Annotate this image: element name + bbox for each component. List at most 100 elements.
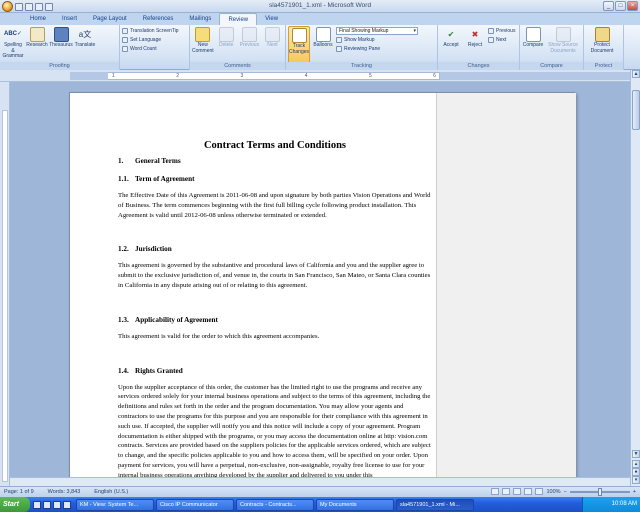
document-body[interactable]: Contract Terms and Conditions 1. General … [118,140,432,481]
group-compare: Compare Show Source Documents Compare [520,25,584,70]
scroll-up-button[interactable]: ▲ [632,70,640,78]
previous-comment-icon [241,27,257,42]
tab-references[interactable]: References [135,13,182,25]
translate-icon: a文 [78,29,92,39]
section-heading: 1.2. Jurisdiction [118,245,172,254]
zoom-out-icon[interactable]: − [564,489,567,495]
taskbar-item-active[interactable]: sla4571901_1.xml - Mi... [396,498,474,511]
next-comment-icon [264,27,280,42]
group-label-changes: Changes [438,62,519,70]
word-count-indicator[interactable]: Words: 3,843 [48,489,81,495]
tab-review[interactable]: Review [219,13,258,25]
track-changes-icon [291,28,307,43]
document-page[interactable]: Contract Terms and Conditions 1. General … [69,92,576,486]
show-markup-icon [336,37,342,43]
web-layout-button[interactable] [513,488,522,495]
scroll-thumb[interactable] [632,90,640,130]
page-indicator[interactable]: Page: 1 of 9 [4,489,34,495]
scroll-down-button[interactable]: ▼ [632,450,640,458]
new-comment-icon [195,27,211,42]
browse-object-button[interactable]: ● [632,468,640,476]
taskbar-item[interactable]: Contracts - Contracts... [236,498,314,511]
taskbar-item[interactable]: Cisco IP Communicator [156,498,234,511]
ie-icon[interactable] [33,500,41,509]
document-title: Contract Terms and Conditions [203,140,347,151]
reviewing-pane-icon [336,46,342,52]
horizontal-ruler[interactable]: 123456 [0,70,640,82]
next-change-button[interactable]: Next [488,36,515,44]
section-heading: 1.3. Applicability of Agreement [118,315,218,324]
full-screen-reading-button[interactable] [502,488,511,495]
group-tracking: Track Changes Balloons Final Showing Mar… [286,25,438,70]
markup-area [436,93,576,486]
draft-view-button[interactable] [535,488,544,495]
start-button[interactable]: Start [0,497,30,512]
taskbar-item[interactable]: My Documents [316,498,394,511]
system-tray: 10:08 AM [582,497,640,512]
minimize-button[interactable]: _ [603,1,614,11]
show-source-icon [555,27,571,42]
window-title: sla4571901_1.xml - Microsoft Word [268,2,372,9]
print-layout-view-button[interactable] [491,488,500,495]
compare-icon [525,27,541,42]
ribbon: ABC✓ Spelling & Grammar Research Thesaur… [0,25,640,70]
close-button[interactable]: × [627,1,638,11]
tab-page-layout[interactable]: Page Layout [85,13,135,25]
tab-insert[interactable]: Insert [54,13,85,25]
taskbar: Start KM - View: System Te... Cisco IP C… [0,497,640,512]
zoom-level[interactable]: 100% [546,489,560,495]
group-language: Translation ScreenTip Set Language Word … [120,25,190,70]
spelling-icon: ABC✓ [3,30,23,37]
maximize-button[interactable]: □ [615,1,626,11]
section-heading: 1.1. Term of Agreement [118,175,195,183]
document-area: Contract Terms and Conditions 1. General … [10,82,630,486]
group-proofing: ABC✓ Spelling & Grammar Research Thesaur… [0,25,120,70]
tab-home[interactable]: Home [22,13,54,25]
previous-change-button[interactable]: Previous [488,27,515,35]
word-icon[interactable] [63,500,71,509]
zoom-slider[interactable] [569,487,630,496]
zoom-in-icon[interactable]: + [633,489,636,495]
title-bar: sla4571901_1.xml - Microsoft Word _ □ × [0,0,640,13]
tab-mailings[interactable]: Mailings [181,13,219,25]
next-change-icon [488,37,494,43]
show-markup-button[interactable]: Show Markup [336,36,418,44]
translation-screentip-button[interactable]: Translation ScreenTip [122,27,179,35]
balloons-icon [315,27,331,42]
markup-display-select[interactable]: Final Showing Markup [336,27,418,35]
language-indicator[interactable]: English (U.S.) [94,489,128,495]
taskbar-item[interactable]: KM - View: System Te... [76,498,154,511]
section-heading: 1. General Terms [118,157,181,165]
section-heading: 1.4. Rights Granted [118,366,183,375]
group-comments: New Comment Delete Previous Next Comment… [190,25,286,70]
reject-icon: ✖ [471,29,479,39]
group-label-comments: Comments [190,62,285,70]
paragraph: This agreement is governed by the substa… [118,262,431,289]
previous-change-icon [488,28,494,34]
outline-view-button[interactable] [524,488,533,495]
set-language-button[interactable]: Set Language [122,36,179,44]
research-icon [29,27,45,42]
group-protect: Protect Document Protect [584,25,624,70]
outlook-icon[interactable] [53,500,61,509]
thesaurus-icon [53,27,69,42]
quick-launch [30,500,74,509]
tab-view[interactable]: View [257,13,286,25]
show-desktop-icon[interactable] [43,500,51,509]
group-label-protect: Protect [584,62,623,70]
delete-comment-icon [218,27,234,42]
accept-icon: ✔ [447,29,455,39]
group-changes: ✔ Accept ✖ Reject Previous Next Changes [438,25,520,70]
paragraph: This agreement is valid for the order to… [118,332,320,340]
clock: 10:08 AM [611,501,637,507]
paragraph: The Effective Date of this Agreement is … [118,192,431,219]
word-count-icon [122,46,128,52]
word-count-button[interactable]: Word Count [122,45,179,53]
previous-page-button[interactable]: ▴ [632,460,640,468]
next-page-button[interactable]: ▾ [632,476,640,484]
zoom-knob[interactable] [597,487,602,496]
vertical-scrollbar[interactable]: ▲ ▼ ▴ ● ▾ [630,70,640,486]
horizontal-scrollbar[interactable] [10,477,630,486]
reviewing-pane-button[interactable]: Reviewing Pane [336,45,418,53]
vertical-ruler[interactable] [0,82,10,486]
